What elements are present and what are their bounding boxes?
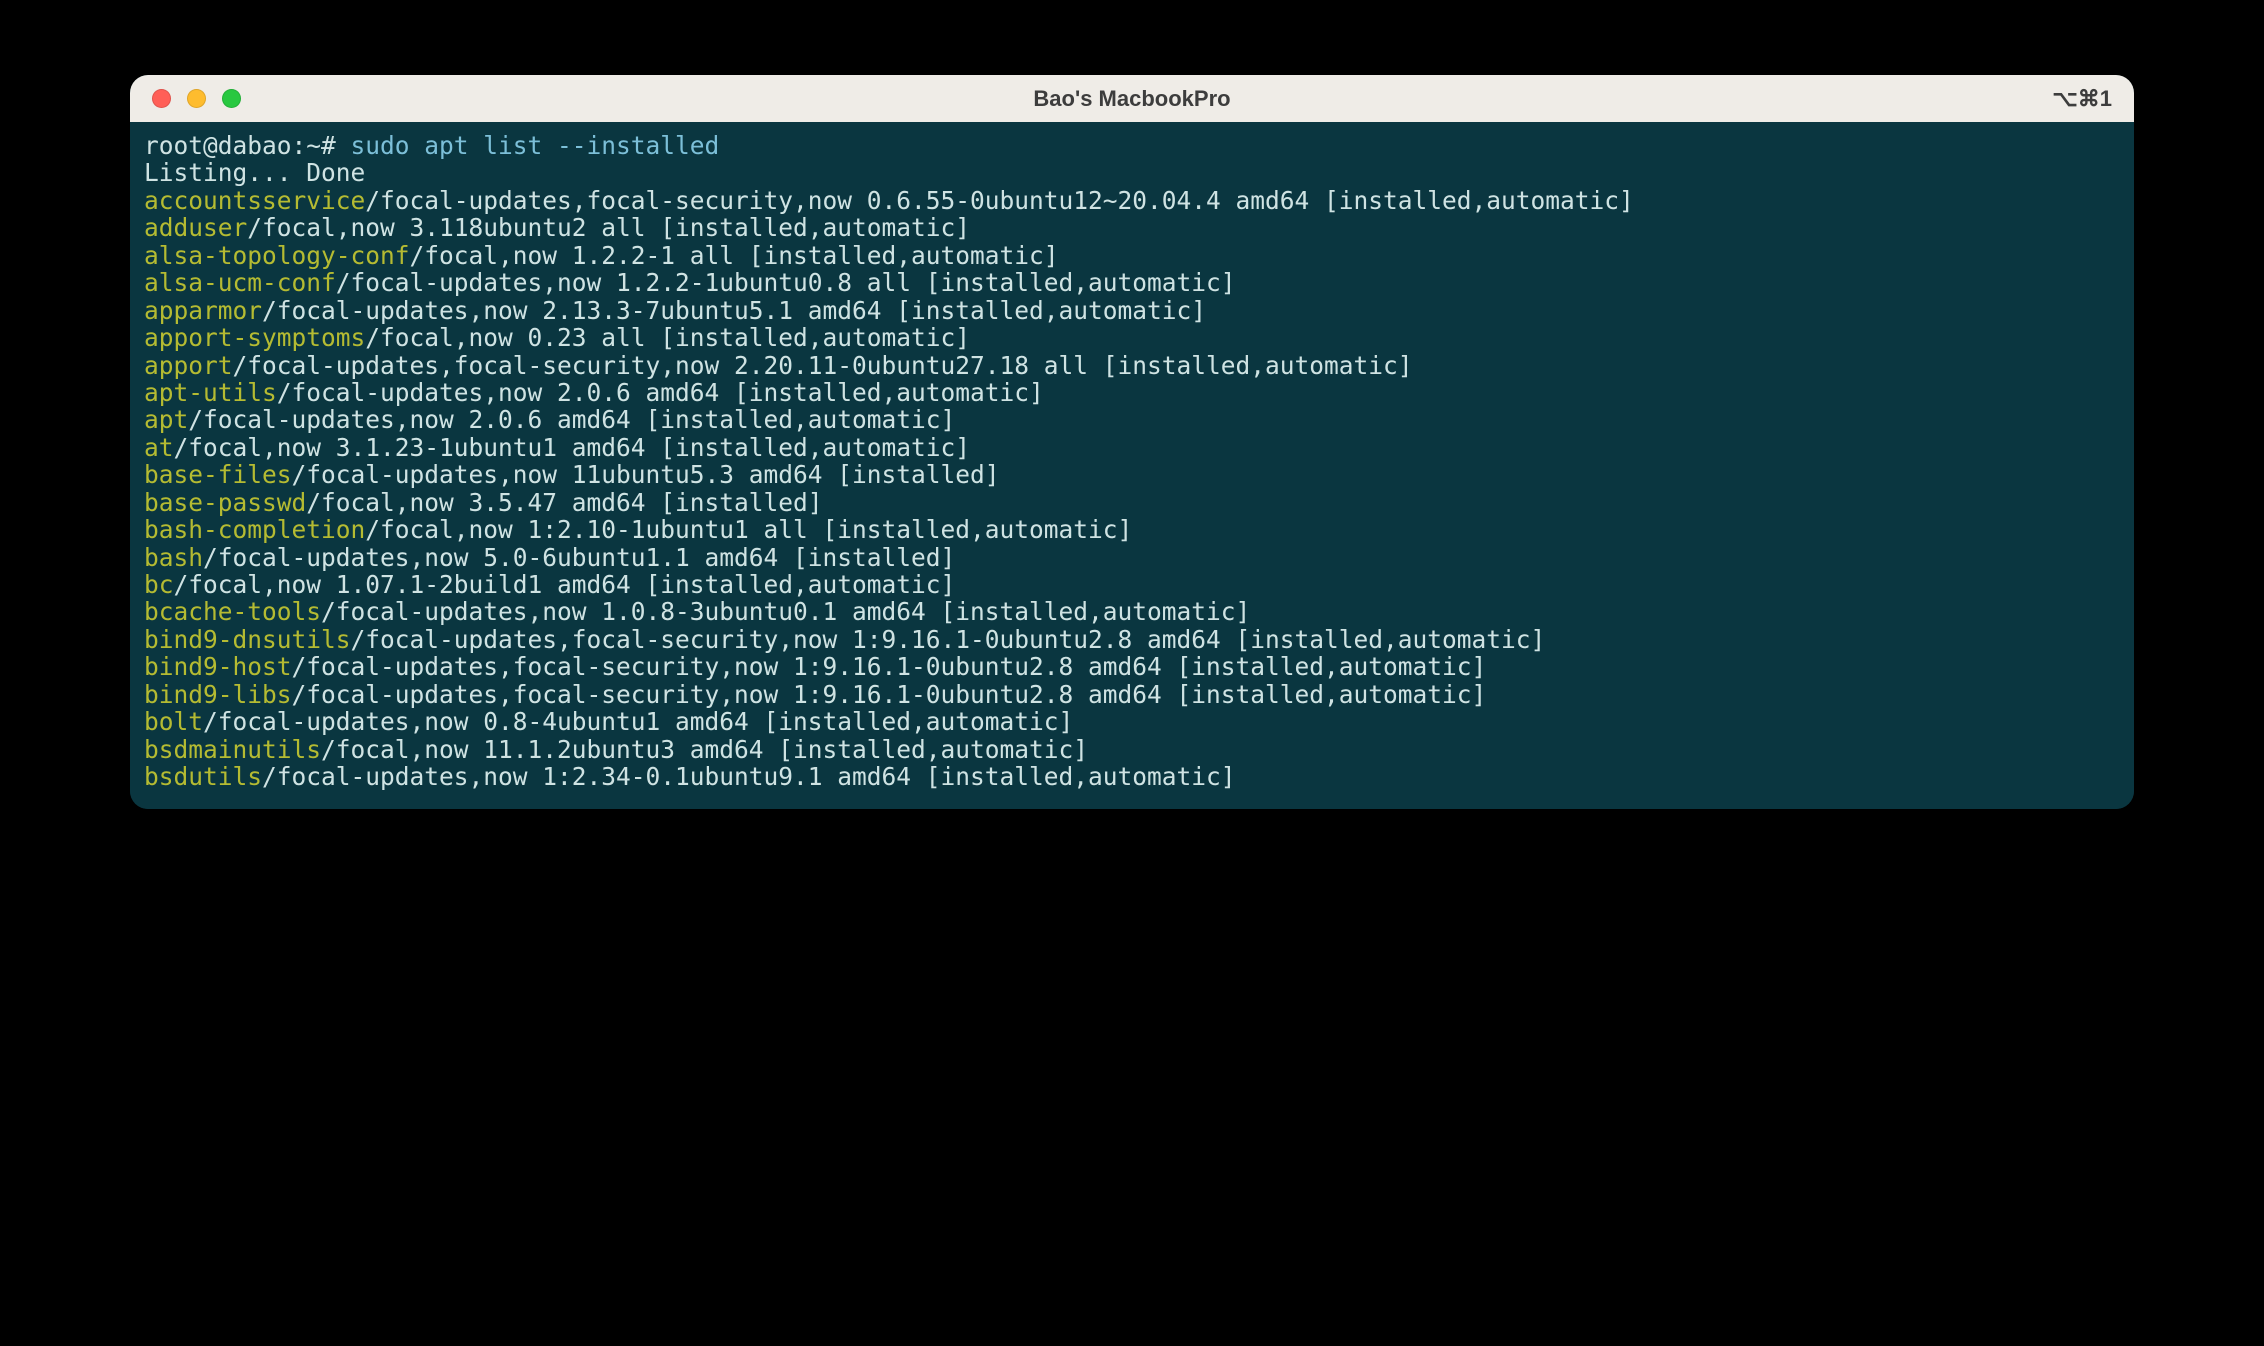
window-title: Bao's MacbookPro <box>130 86 2134 112</box>
package-info: /focal,now 1.2.2-1 all [installed,automa… <box>410 241 1059 270</box>
package-info: /focal-updates,now 11ubuntu5.3 amd64 [in… <box>292 460 1000 489</box>
package-info: /focal,now 1:2.10-1ubuntu1 all [installe… <box>365 515 1132 544</box>
package-line: alsa-topology-conf/focal,now 1.2.2-1 all… <box>144 242 2120 269</box>
window-controls <box>130 89 241 108</box>
package-line: apt-utils/focal-updates,now 2.0.6 amd64 … <box>144 379 2120 406</box>
package-line: bind9-dnsutils/focal-updates,focal-secur… <box>144 626 2120 653</box>
package-name: bash <box>144 543 203 572</box>
titlebar: Bao's MacbookPro ⌥⌘1 <box>130 75 2134 122</box>
package-line: bind9-libs/focal-updates,focal-security,… <box>144 681 2120 708</box>
package-name: bind9-libs <box>144 680 292 709</box>
package-line: apport/focal-updates,focal-security,now … <box>144 352 2120 379</box>
package-info: /focal-updates,now 2.13.3-7ubuntu5.1 amd… <box>262 296 1206 325</box>
tab-shortcut-hint: ⌥⌘1 <box>2052 86 2112 112</box>
package-name: bcache-tools <box>144 597 321 626</box>
package-line: at/focal,now 3.1.23-1ubuntu1 amd64 [inst… <box>144 434 2120 461</box>
package-name: bolt <box>144 707 203 736</box>
prompt-line: root@dabao:~# sudo apt list --installed <box>144 132 2120 159</box>
package-name: apt <box>144 405 188 434</box>
package-name: bind9-dnsutils <box>144 625 351 654</box>
package-name: alsa-topology-conf <box>144 241 410 270</box>
package-line: base-files/focal-updates,now 11ubuntu5.3… <box>144 461 2120 488</box>
package-info: /focal-updates,focal-security,now 1:9.16… <box>292 680 1487 709</box>
package-info: /focal-updates,now 1:2.34-0.1ubuntu9.1 a… <box>262 762 1236 791</box>
package-line: bc/focal,now 1.07.1-2build1 amd64 [insta… <box>144 571 2120 598</box>
package-line: apport-symptoms/focal,now 0.23 all [inst… <box>144 324 2120 351</box>
package-info: /focal-updates,focal-security,now 2.20.1… <box>233 351 1413 380</box>
terminal-window: Bao's MacbookPro ⌥⌘1 root@dabao:~# sudo … <box>130 75 2134 809</box>
package-info: /focal-updates,focal-security,now 1:9.16… <box>351 625 1546 654</box>
package-name: base-files <box>144 460 292 489</box>
terminal-body[interactable]: root@dabao:~# sudo apt list --installedL… <box>130 122 2134 809</box>
package-info: /focal,now 0.23 all [installed,automatic… <box>365 323 970 352</box>
package-line: bsdutils/focal-updates,now 1:2.34-0.1ubu… <box>144 763 2120 790</box>
package-line: bolt/focal-updates,now 0.8-4ubuntu1 amd6… <box>144 708 2120 735</box>
package-name: base-passwd <box>144 488 306 517</box>
package-line: adduser/focal,now 3.118ubuntu2 all [inst… <box>144 214 2120 241</box>
package-name: apport <box>144 351 233 380</box>
close-icon[interactable] <box>152 89 171 108</box>
package-name: bc <box>144 570 174 599</box>
package-line: alsa-ucm-conf/focal-updates,now 1.2.2-1u… <box>144 269 2120 296</box>
package-line: apt/focal-updates,now 2.0.6 amd64 [insta… <box>144 406 2120 433</box>
package-name: accountsservice <box>144 186 365 215</box>
shell-prompt: root@dabao:~# <box>144 131 351 160</box>
package-line: bind9-host/focal-updates,focal-security,… <box>144 653 2120 680</box>
package-name: apt-utils <box>144 378 277 407</box>
package-line: apparmor/focal-updates,now 2.13.3-7ubunt… <box>144 297 2120 324</box>
package-name: alsa-ucm-conf <box>144 268 336 297</box>
package-name: bsdmainutils <box>144 735 321 764</box>
listing-header: Listing... Done <box>144 159 2120 186</box>
package-info: /focal,now 3.5.47 amd64 [installed] <box>306 488 822 517</box>
package-name: bind9-host <box>144 652 292 681</box>
shell-command: sudo apt list --installed <box>351 131 720 160</box>
package-line: bsdmainutils/focal,now 11.1.2ubuntu3 amd… <box>144 736 2120 763</box>
package-info: /focal-updates,now 2.0.6 amd64 [installe… <box>188 405 955 434</box>
package-line: bash-completion/focal,now 1:2.10-1ubuntu… <box>144 516 2120 543</box>
minimize-icon[interactable] <box>187 89 206 108</box>
package-info: /focal-updates,now 1.0.8-3ubuntu0.1 amd6… <box>321 597 1250 626</box>
package-name: bash-completion <box>144 515 365 544</box>
package-info: /focal,now 1.07.1-2build1 amd64 [install… <box>174 570 956 599</box>
package-info: /focal-updates,focal-security,now 0.6.55… <box>365 186 1634 215</box>
package-name: adduser <box>144 213 247 242</box>
package-line: accountsservice/focal-updates,focal-secu… <box>144 187 2120 214</box>
package-name: bsdutils <box>144 762 262 791</box>
package-info: /focal-updates,now 5.0-6ubuntu1.1 amd64 … <box>203 543 955 572</box>
package-name: at <box>144 433 174 462</box>
package-line: bcache-tools/focal-updates,now 1.0.8-3ub… <box>144 598 2120 625</box>
package-info: /focal,now 3.118ubuntu2 all [installed,a… <box>247 213 970 242</box>
package-info: /focal-updates,now 2.0.6 amd64 [installe… <box>277 378 1044 407</box>
package-line: bash/focal-updates,now 5.0-6ubuntu1.1 am… <box>144 544 2120 571</box>
package-info: /focal-updates,focal-security,now 1:9.16… <box>292 652 1487 681</box>
package-info: /focal-updates,now 0.8-4ubuntu1 amd64 [i… <box>203 707 1073 736</box>
package-info: /focal-updates,now 1.2.2-1ubuntu0.8 all … <box>336 268 1236 297</box>
zoom-icon[interactable] <box>222 89 241 108</box>
package-line: base-passwd/focal,now 3.5.47 amd64 [inst… <box>144 489 2120 516</box>
package-info: /focal,now 3.1.23-1ubuntu1 amd64 [instal… <box>174 433 971 462</box>
package-info: /focal,now 11.1.2ubuntu3 amd64 [installe… <box>321 735 1088 764</box>
package-name: apport-symptoms <box>144 323 365 352</box>
package-name: apparmor <box>144 296 262 325</box>
